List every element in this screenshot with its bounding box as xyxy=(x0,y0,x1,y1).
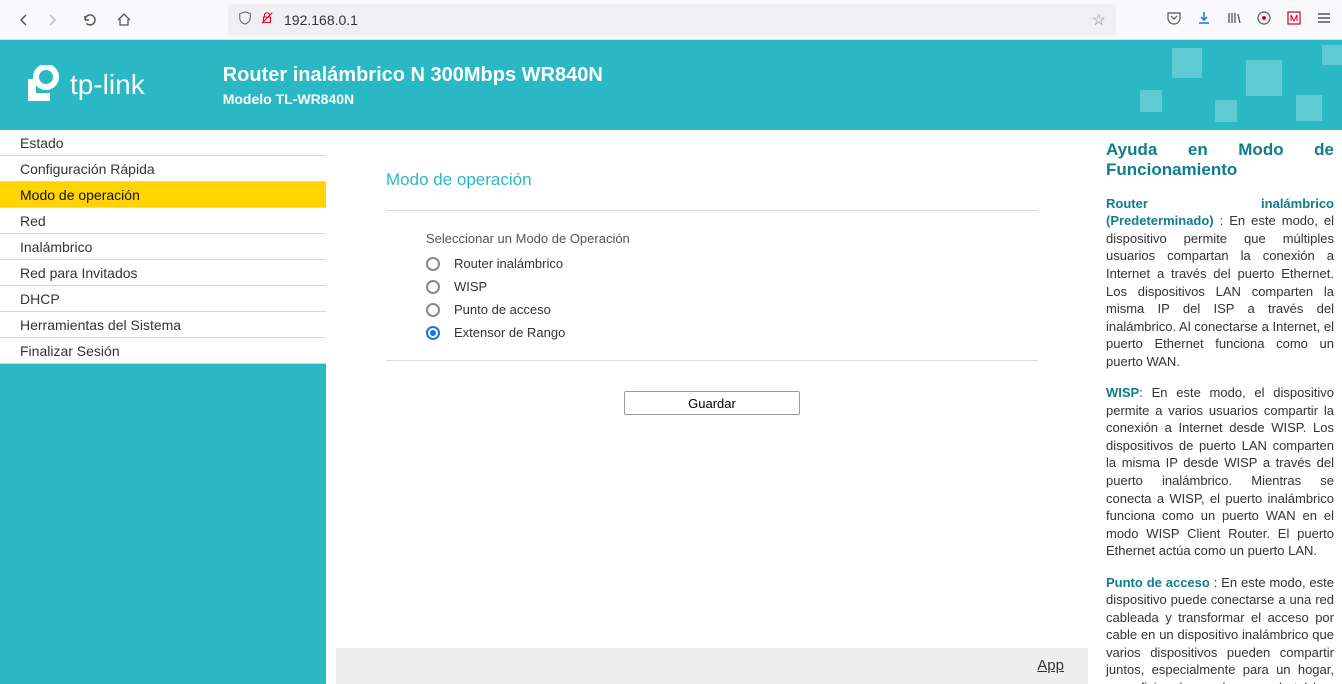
forward-button[interactable] xyxy=(38,6,66,34)
radio-extensor-rango[interactable]: Extensor de Rango xyxy=(426,325,1038,340)
main-panel: Modo de operación Seleccionar un Modo de… xyxy=(336,130,1088,684)
sidebar-item-herramientas[interactable]: Herramientas del Sistema xyxy=(0,312,326,338)
brand-logo: tp-link xyxy=(22,65,145,105)
sidebar-item-label: Red xyxy=(20,213,46,229)
sidebar-item-label: Inalámbrico xyxy=(20,239,92,255)
browser-toolbar: 192.168.0.1 ☆ xyxy=(0,0,1342,40)
shield-icon xyxy=(238,11,252,28)
radio-icon xyxy=(426,303,440,317)
radio-punto-acceso[interactable]: Punto de acceso xyxy=(426,302,1038,317)
sidebar-item-label: Modo de operación xyxy=(20,187,140,203)
sidebar-item-red-invitados[interactable]: Red para Invitados xyxy=(0,260,326,286)
page-header: tp-link Router inalámbrico N 300Mbps WR8… xyxy=(0,40,1342,130)
header-title: Router inalámbrico N 300Mbps WR840N xyxy=(223,64,603,87)
url-value: 192.168.0.1 xyxy=(284,12,1092,28)
sidebar-item-estado[interactable]: Estado xyxy=(0,130,326,156)
panel-title: Modo de operación xyxy=(386,170,1038,190)
help-text: : En este modo, este dispositivo puede c… xyxy=(1106,575,1334,684)
sidebar: Estado Configuración Rápida Modo de oper… xyxy=(0,130,326,684)
help-panel: Ayuda en Modo de Funcionamiento Router i… xyxy=(1098,130,1342,684)
form-label: Seleccionar un Modo de Operación xyxy=(426,231,1038,246)
sidebar-item-modo-operacion[interactable]: Modo de operación xyxy=(0,182,326,208)
radio-wisp[interactable]: WISP xyxy=(426,279,1038,294)
extension-icon-2[interactable] xyxy=(1286,10,1302,29)
sidebar-item-inalambrico[interactable]: Inalámbrico xyxy=(0,234,326,260)
help-paragraph: Punto de acceso : En este modo, este dis… xyxy=(1106,574,1334,684)
sidebar-item-red[interactable]: Red xyxy=(0,208,326,234)
tp-link-logo-icon xyxy=(22,65,62,105)
sidebar-item-label: Configuración Rápida xyxy=(20,161,155,177)
insecure-lock-icon xyxy=(260,11,274,28)
radio-label: WISP xyxy=(454,279,487,294)
sidebar-item-label: Red para Invitados xyxy=(20,265,138,281)
help-paragraph: WISP: En este modo, el dispositivo permi… xyxy=(1106,384,1334,559)
help-text: : En este modo, el dispositivo permite q… xyxy=(1106,213,1334,368)
radio-label: Router inalámbrico xyxy=(454,256,563,271)
divider xyxy=(386,210,1038,211)
app-link[interactable]: App xyxy=(1037,657,1064,674)
radio-label: Punto de acceso xyxy=(454,302,551,317)
radio-router-inalambrico[interactable]: Router inalámbrico xyxy=(426,256,1038,271)
sidebar-item-configuracion-rapida[interactable]: Configuración Rápida xyxy=(0,156,326,182)
help-text: : En este modo, el dispositivo permite a… xyxy=(1106,385,1334,558)
url-bar[interactable]: 192.168.0.1 ☆ xyxy=(228,4,1116,36)
help-title: Ayuda en Modo de Funcionamiento xyxy=(1106,140,1334,181)
footer-bar xyxy=(336,648,1088,684)
radio-icon xyxy=(426,326,440,340)
help-keyword: WISP xyxy=(1106,385,1139,400)
home-button[interactable] xyxy=(110,6,138,34)
extension-icon-1[interactable] xyxy=(1256,10,1272,29)
divider xyxy=(386,360,1038,361)
help-paragraph: Router inalámbrico (Predeterminado) : En… xyxy=(1106,195,1334,370)
radio-label: Extensor de Rango xyxy=(454,325,565,340)
header-decoration xyxy=(1092,40,1342,130)
reload-button[interactable] xyxy=(76,6,104,34)
save-button[interactable]: Guardar xyxy=(624,391,800,415)
sidebar-item-label: Estado xyxy=(20,135,64,151)
bookmark-star-icon[interactable]: ☆ xyxy=(1092,10,1106,30)
sidebar-item-label: Finalizar Sesión xyxy=(20,343,120,359)
back-button[interactable] xyxy=(10,6,38,34)
pocket-icon[interactable] xyxy=(1166,10,1182,29)
sidebar-item-label: Herramientas del Sistema xyxy=(20,317,181,333)
sidebar-item-dhcp[interactable]: DHCP xyxy=(0,286,326,312)
radio-icon xyxy=(426,257,440,271)
sidebar-item-label: DHCP xyxy=(20,291,60,307)
brand-text: tp-link xyxy=(70,69,145,101)
help-keyword: Punto de acceso xyxy=(1106,575,1210,590)
hamburger-menu-icon[interactable] xyxy=(1316,10,1332,29)
library-icon[interactable] xyxy=(1226,10,1242,29)
header-subtitle: Modelo TL-WR840N xyxy=(223,91,603,107)
sidebar-item-finalizar-sesion[interactable]: Finalizar Sesión xyxy=(0,338,326,364)
browser-right-icons xyxy=(1166,10,1332,29)
radio-icon xyxy=(426,280,440,294)
download-icon[interactable] xyxy=(1196,10,1212,29)
